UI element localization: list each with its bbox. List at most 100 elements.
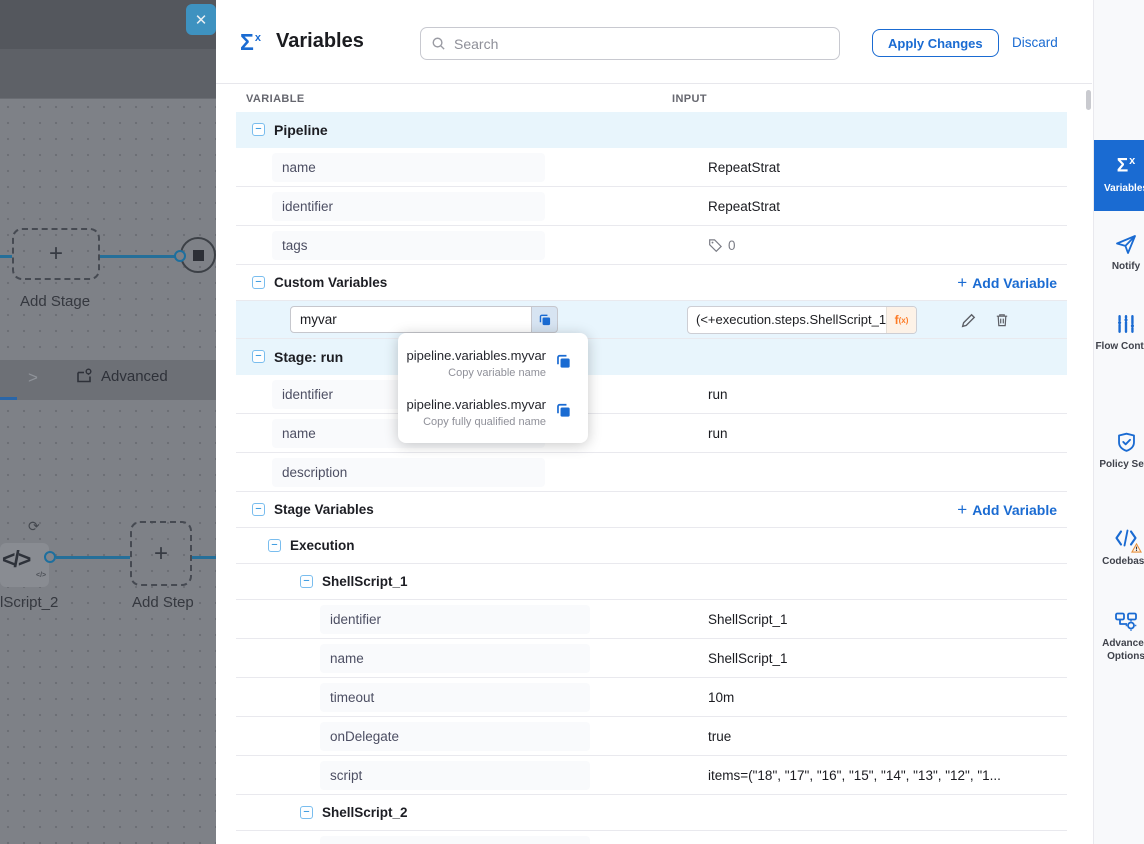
field-row-ondelegate: onDelegate true	[236, 717, 1067, 756]
sidebar-item-label: Notify	[1094, 261, 1144, 274]
section-label: Pipeline	[274, 122, 328, 138]
collapse-minus-icon[interactable]: −	[252, 123, 265, 136]
field-value: ShellScript_1	[708, 600, 788, 639]
section-row-pipeline: −Pipeline	[236, 112, 1067, 148]
collapse-minus-icon[interactable]: −	[268, 539, 281, 552]
delete-variable-button[interactable]	[992, 310, 1012, 330]
plus-icon: +	[49, 242, 63, 266]
variable-value-input[interactable]: (<+execution.steps.ShellScript_1.f(x)	[687, 306, 917, 334]
shell-script-icon: </>	[2, 546, 29, 573]
collapse-minus-icon[interactable]: −	[252, 350, 265, 363]
copy-icon[interactable]	[532, 306, 558, 333]
sidebar-item-notify[interactable]: Notify	[1094, 231, 1144, 274]
copy-icon[interactable]	[555, 402, 572, 424]
field-value: 0	[708, 226, 736, 265]
variable-name-input[interactable]	[290, 306, 532, 333]
flow-connector-line	[0, 255, 12, 258]
variable-path: pipeline.variables.myvar	[407, 348, 546, 363]
sidebar-item-codebase[interactable]: Codebase	[1094, 526, 1144, 569]
table-header: VARIABLE INPUT	[216, 84, 1092, 112]
field-value: 10m	[708, 678, 734, 717]
variable-path: pipeline.variables.myvar	[407, 397, 546, 412]
field-label: onDelegate	[320, 722, 590, 751]
field-label: name	[320, 644, 590, 673]
section-label: Stage Variables	[274, 502, 374, 517]
variables-table: −PipelinenameRepeatStratidentifierRepeat…	[236, 112, 1067, 844]
tab-advanced[interactable]: Advanced	[76, 368, 168, 385]
sidebar-item-flow-control[interactable]: Flow Control	[1094, 311, 1144, 354]
copy-hint: Copy variable name	[407, 367, 546, 379]
shell-script-badge-icon: </>	[36, 572, 46, 579]
field-value: RepeatStrat	[708, 187, 780, 226]
add-stage-node[interactable]: +	[12, 228, 100, 280]
section-row-custom-variables: −Custom Variables +Add Variable	[236, 265, 1067, 301]
field-value: run	[708, 414, 728, 453]
search-box	[420, 27, 840, 60]
sidebar-item-policy-sets[interactable]: Policy Sets	[1094, 429, 1144, 472]
pipeline-toolbar	[0, 49, 216, 99]
plus-icon: +	[957, 501, 967, 518]
apply-changes-button[interactable]: Apply Changes	[872, 29, 999, 57]
field-value: ShellScript_2	[708, 831, 788, 844]
field-row-script: scriptitems=("18", "17", "16", "15", "14…	[236, 756, 1067, 795]
field-row-name: namerun	[236, 414, 1067, 453]
section-label: ShellScript_2	[322, 805, 408, 820]
pipeline-canvas-dimmed: ✕ + Add Stage > Advanced ⟳ </> </> + lSc…	[0, 0, 216, 844]
loop-strategy-icon: ⟳	[28, 518, 40, 535]
stop-icon	[193, 250, 204, 261]
field-label: identifier	[272, 192, 545, 221]
field-label: identifier	[320, 605, 590, 634]
field-row-description: description	[236, 453, 1067, 492]
search-input[interactable]	[454, 36, 829, 52]
collapse-minus-icon[interactable]: −	[300, 806, 313, 819]
collapse-minus-icon[interactable]: −	[252, 503, 265, 516]
plus-icon: +	[154, 542, 168, 566]
selected-tab-indicator	[0, 397, 17, 400]
field-label: name	[272, 153, 545, 182]
page-title: Variables	[276, 30, 364, 53]
field-row-identifier: identifierShellScript_2	[236, 831, 1067, 844]
flow-connector-line	[192, 556, 216, 559]
chevron-right-icon[interactable]: >	[28, 368, 38, 388]
field-value: ShellScript_1	[708, 639, 788, 678]
add-variable-label: Add Variable	[972, 502, 1057, 518]
section-row-stage-run: −Stage: run	[236, 339, 1067, 375]
section-row-shellscript-2: −ShellScript_2	[236, 795, 1067, 831]
node-port-icon	[44, 551, 56, 563]
node-port-icon	[174, 250, 186, 262]
scrollbar-thumb[interactable]	[1086, 90, 1091, 110]
copy-fqn-item[interactable]: pipeline.variables.myvar Copy fully qual…	[398, 388, 588, 437]
section-label: Custom Variables	[274, 275, 387, 290]
canvas-dot-grid	[0, 99, 216, 844]
fx-expression-icon[interactable]: f(x)	[886, 307, 916, 333]
sidebar-item-advanced-options[interactable]: Advanced Options	[1094, 608, 1144, 663]
pipeline-top-bar	[0, 0, 216, 49]
close-icon[interactable]: ✕	[186, 4, 216, 35]
discard-button[interactable]: Discard	[1012, 35, 1058, 50]
add-step-node[interactable]: +	[130, 521, 192, 586]
copy-variable-name-item[interactable]: pipeline.variables.myvar Copy variable n…	[398, 339, 588, 388]
variable-column-header: VARIABLE	[246, 93, 305, 105]
field-label: description	[272, 458, 545, 487]
sidebar-item-label: Flow Control	[1094, 341, 1144, 354]
copy-icon[interactable]	[555, 353, 572, 375]
sidebar-item-variables[interactable]: ΣxVariables	[1094, 140, 1144, 211]
collapse-minus-icon[interactable]: −	[300, 575, 313, 588]
add-step-label: Add Step	[132, 594, 194, 611]
field-row-timeout: timeout10m	[236, 678, 1067, 717]
field-row-identifier: identifier ShellScript_1	[236, 600, 1067, 639]
copy-variable-popover: pipeline.variables.myvar Copy variable n…	[398, 333, 588, 443]
variables-drawer: Σx Variables Apply Changes Discard VARIA…	[216, 0, 1092, 844]
collapse-minus-icon[interactable]: −	[252, 276, 265, 289]
codebase-icon	[1094, 526, 1144, 552]
field-value: true	[708, 717, 731, 756]
flow-connector-line	[56, 556, 130, 559]
advanced-options-icon	[1094, 608, 1144, 634]
notify-icon	[1094, 231, 1144, 257]
add-stage-label: Add Stage	[20, 293, 90, 310]
copy-hint: Copy fully qualified name	[407, 416, 546, 428]
add-variable-button[interactable]: + Add Variable	[957, 501, 1057, 518]
edit-variable-button[interactable]	[958, 310, 978, 330]
add-variable-button[interactable]: +Add Variable	[957, 274, 1057, 291]
field-row-identifier: identifierrun	[236, 375, 1067, 414]
